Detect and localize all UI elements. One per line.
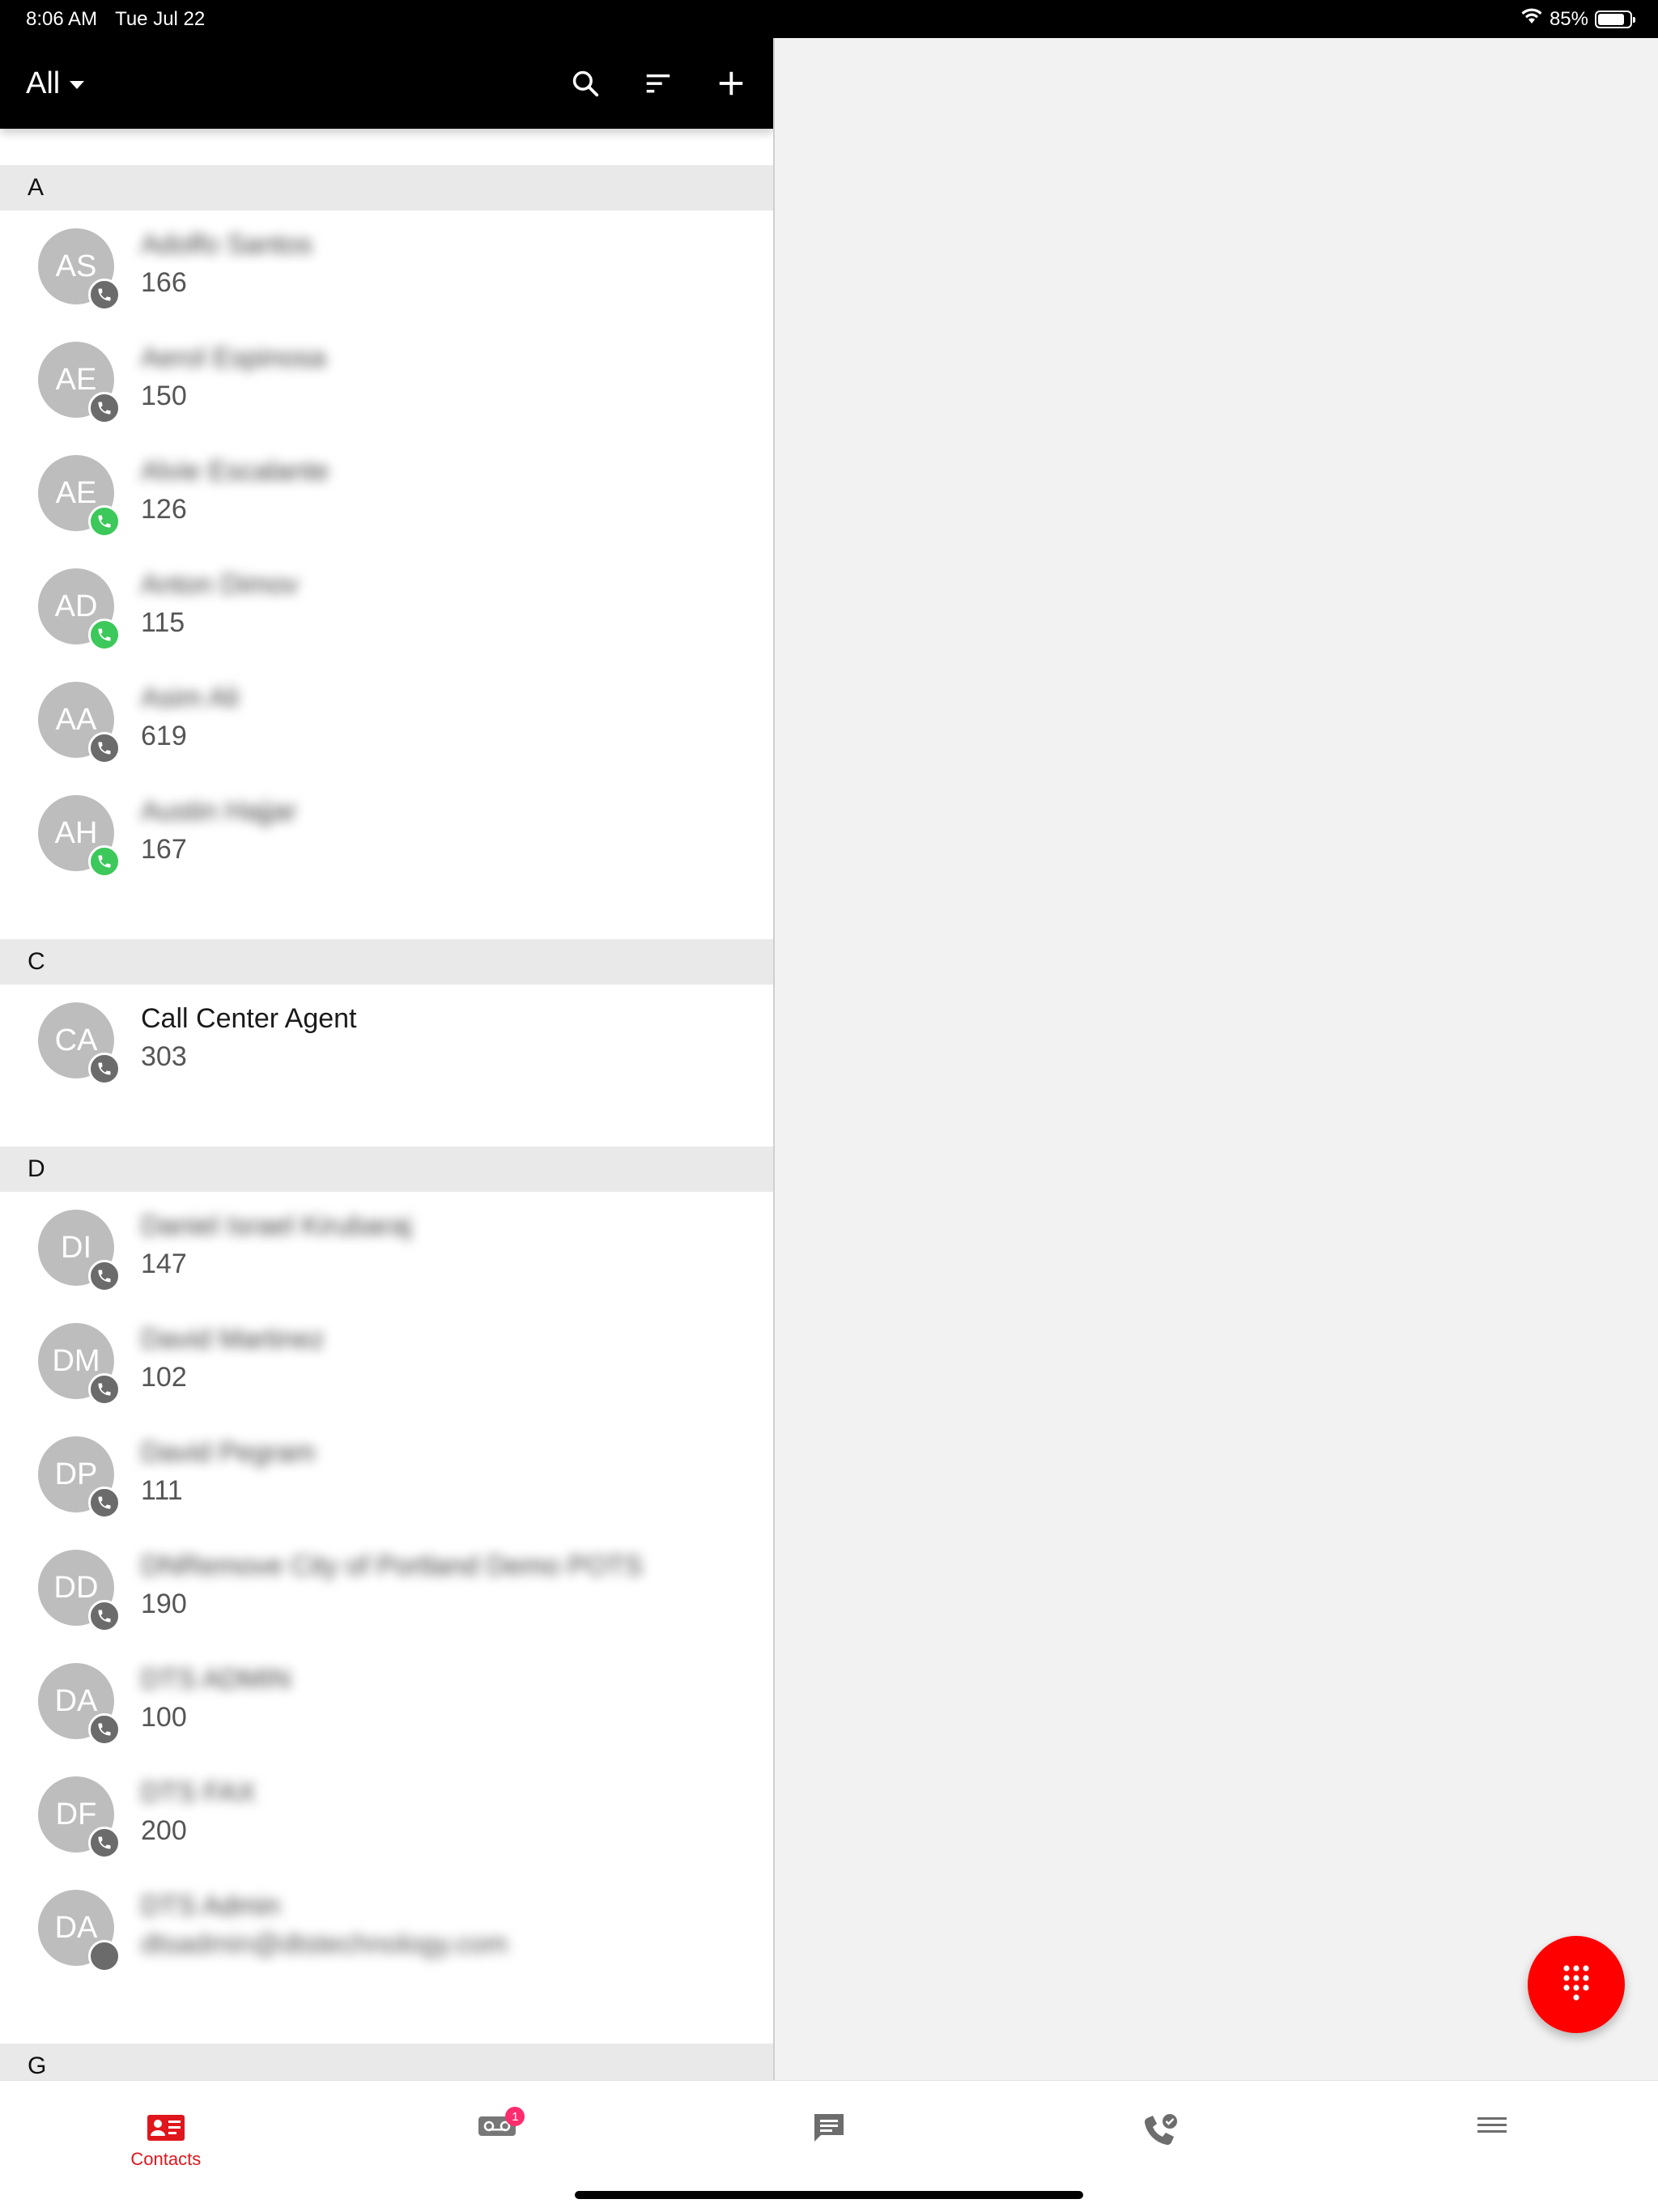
presence-phone-icon <box>88 619 121 651</box>
contacts-toolbar: All <box>0 38 773 129</box>
contact-row[interactable]: DA DTS ADMIN 100 <box>0 1645 773 1759</box>
contact-name: Anton Dimov <box>141 569 299 600</box>
presence-phone-icon <box>88 1600 121 1632</box>
status-time: 8:06 AM <box>26 7 98 30</box>
presence-phone-icon <box>88 1713 121 1746</box>
contact-name: Aerol Espinosa <box>141 342 326 373</box>
contact-row[interactable]: AE Alvie Escalante 126 <box>0 437 773 551</box>
contact-name: David Pegram <box>141 1437 316 1468</box>
presence-phone-icon <box>88 1373 121 1406</box>
tab-contacts-label: Contacts <box>130 2149 202 2169</box>
contact-extension: 167 <box>141 834 187 866</box>
menu-icon <box>1477 2117 1507 2133</box>
contact-row[interactable]: AE Aerol Espinosa 150 <box>0 324 773 437</box>
contact-name: Asim Ali <box>141 683 239 713</box>
contact-row[interactable]: DD DNRemove City of Portland Demo POTS 190 <box>0 1532 773 1645</box>
search-button[interactable] <box>569 67 602 100</box>
sort-button[interactable] <box>642 67 674 100</box>
tab-more[interactable] <box>1326 2081 1658 2212</box>
contacts-pane: All A AS Adolfo Santos 166 AE Aerol Espinosa 1… <box>0 38 773 2080</box>
presence-phone-icon <box>88 1053 121 1085</box>
contact-name: DTS Admin <box>141 1891 280 1921</box>
presence-phone-icon <box>88 1827 121 1859</box>
presence-phone-icon <box>88 279 121 311</box>
contact-extension: 111 <box>141 1475 183 1507</box>
contact-row[interactable]: DF DTS FAX 200 <box>0 1759 773 1872</box>
contact-name: Adolfo Santos <box>141 229 312 260</box>
battery-icon <box>1595 10 1635 28</box>
chevron-down-icon <box>70 81 85 89</box>
wifi-icon <box>1520 7 1543 31</box>
contact-extension: 200 <box>141 1815 187 1847</box>
contact-extension: 150 <box>141 381 187 412</box>
presence-phone-icon <box>88 1487 121 1519</box>
sort-icon <box>646 74 670 93</box>
contact-extension: 303 <box>141 1041 187 1073</box>
plus-icon <box>719 71 743 96</box>
contact-list: A AS Adolfo Santos 166 AE Aerol Espinosa 150 AE… <box>0 165 773 2080</box>
section-header-a: A <box>0 165 773 211</box>
contact-extension: dtsadmin@dtstechnology.com <box>141 1929 508 1960</box>
contact-name: David Martinez <box>141 1324 325 1355</box>
contact-extension: 619 <box>141 721 187 752</box>
status-date: Tue Jul 22 <box>115 7 206 30</box>
contact-extension: 166 <box>141 267 187 299</box>
presence-phone-icon <box>88 1260 121 1292</box>
contact-row[interactable]: AA Asim Ali 619 <box>0 664 773 777</box>
add-contact-button[interactable] <box>715 67 747 100</box>
contact-row[interactable]: AS Adolfo Santos 166 <box>0 211 773 324</box>
battery-percent: 85% <box>1549 7 1588 30</box>
contact-extension: 147 <box>141 1249 187 1280</box>
contacts-icon <box>147 2115 185 2141</box>
contact-extension: 115 <box>141 607 185 639</box>
filter-dropdown[interactable]: All <box>26 66 85 101</box>
section-header-g: G <box>0 2044 773 2080</box>
contact-row[interactable]: DA DTS Admin dtsadmin@dtstechnology.com <box>0 1872 773 1985</box>
search-icon <box>572 70 599 97</box>
contact-row[interactable]: DM David Martinez 102 <box>0 1305 773 1419</box>
contact-name: Austin Hajjar <box>141 796 297 827</box>
contact-name: Daniel Israel Kirubaraj <box>141 1210 412 1241</box>
presence-phone-icon <box>88 505 121 538</box>
contact-row[interactable]: AH Austin Hajjar 167 <box>0 777 773 891</box>
contact-extension: 126 <box>141 494 187 525</box>
filter-label: All <box>26 66 61 100</box>
contact-name: DTS FAX <box>141 1777 256 1808</box>
section-header-d: D <box>0 1146 773 1192</box>
presence-phone-icon <box>88 392 121 424</box>
presence-status-icon <box>88 1940 121 1972</box>
contact-extension: 190 <box>141 1589 187 1620</box>
section-header-c: C <box>0 939 773 985</box>
dialpad-icon <box>1563 1965 1589 2001</box>
contact-extension: 102 <box>141 1362 187 1393</box>
contact-extension: 100 <box>141 1702 187 1733</box>
status-bar: 8:06 AM Tue Jul 22 85% <box>0 0 1658 38</box>
detail-pane <box>775 38 1658 2080</box>
voicemail-badge: 1 <box>505 2107 525 2126</box>
contact-row[interactable]: AD Anton Dimov 115 <box>0 551 773 664</box>
presence-phone-icon <box>88 845 121 878</box>
contact-row[interactable]: DP David Pegram 111 <box>0 1419 773 1532</box>
contact-row[interactable]: CA Call Center Agent 303 <box>0 985 773 1098</box>
call-history-icon <box>1144 2114 1177 2146</box>
home-indicator <box>575 2191 1083 2199</box>
contact-row[interactable]: DI Daniel Israel Kirubaraj 147 <box>0 1192 773 1305</box>
chat-icon <box>814 2114 844 2142</box>
contact-name: DNRemove City of Portland Demo POTS <box>141 1551 643 1581</box>
presence-phone-icon <box>88 732 121 764</box>
contact-name: DTS ADMIN <box>141 1664 291 1695</box>
contact-name: Call Center Agent <box>141 1003 357 1034</box>
dialpad-button[interactable] <box>1528 1936 1625 2033</box>
tab-contacts[interactable]: Contacts <box>0 2081 332 2212</box>
contact-name: Alvie Escalante <box>141 456 329 487</box>
